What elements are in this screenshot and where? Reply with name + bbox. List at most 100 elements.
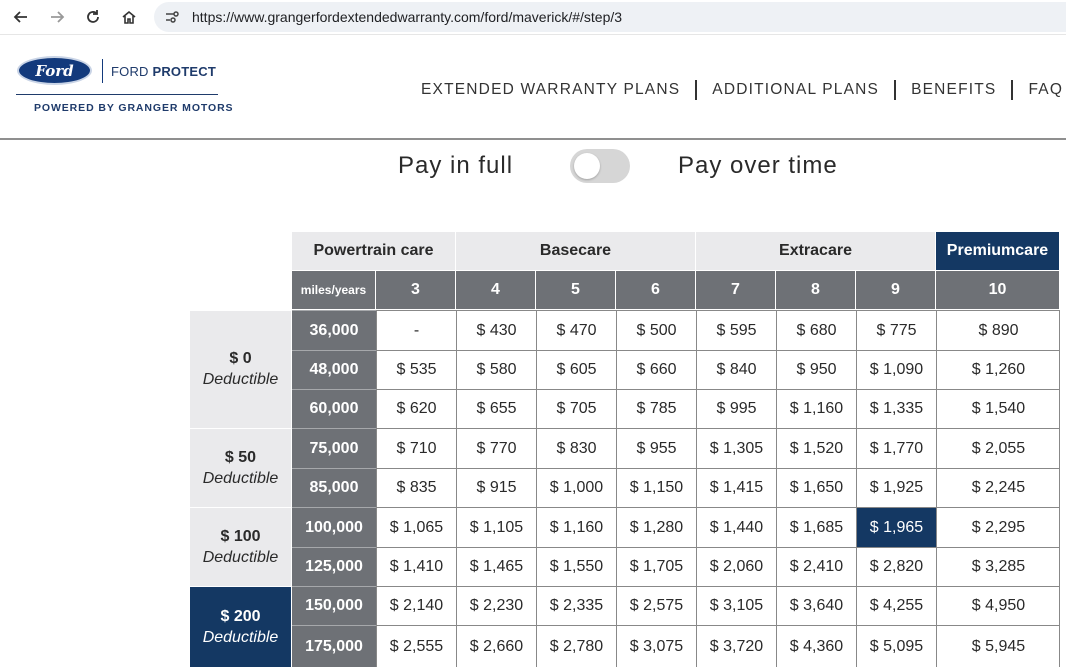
price-cell[interactable]: $ 1,305 (696, 428, 776, 468)
price-cell[interactable]: $ 1,280 (616, 507, 696, 547)
price-cell[interactable]: $ 2,295 (936, 507, 1060, 547)
price-cell[interactable]: $ 1,090 (856, 350, 936, 389)
price-cell[interactable]: $ 830 (536, 428, 616, 468)
payment-toggle-switch[interactable] (570, 149, 630, 183)
price-cell[interactable]: $ 2,055 (936, 428, 1060, 468)
price-cell[interactable]: $ 770 (456, 428, 536, 468)
plan-header-powertrain-care[interactable]: Powertrain care (292, 232, 455, 270)
address-bar[interactable]: https://www.grangerfordextendedwarranty.… (154, 2, 1066, 32)
price-cell[interactable]: $ 1,540 (936, 389, 1060, 428)
price-cell[interactable]: $ 915 (456, 468, 536, 507)
price-cell[interactable]: $ 2,140 (376, 586, 456, 625)
price-cell[interactable]: $ 2,410 (776, 547, 856, 586)
price-cell[interactable]: $ 620 (376, 389, 456, 428)
price-cell[interactable]: $ 1,520 (776, 428, 856, 468)
price-cell[interactable]: $ 3,640 (776, 586, 856, 625)
price-cell[interactable]: $ 2,780 (536, 625, 616, 667)
price-cell[interactable]: $ 1,410 (376, 547, 456, 586)
price-cell[interactable]: $ 1,650 (776, 468, 856, 507)
price-cell[interactable]: $ 2,575 (616, 586, 696, 625)
price-cell[interactable]: $ 1,335 (856, 389, 936, 428)
nav-additional-plans[interactable]: ADDITIONAL PLANS (712, 81, 879, 99)
price-cell[interactable]: $ 1,160 (536, 507, 616, 547)
price-cell[interactable]: $ 595 (696, 310, 776, 350)
price-cell[interactable]: $ 890 (936, 310, 1060, 350)
price-cell[interactable]: $ 605 (536, 350, 616, 389)
price-cell[interactable]: $ 5,945 (936, 625, 1060, 667)
price-cell[interactable]: $ 2,230 (456, 586, 536, 625)
plan-header-premiumcare[interactable]: Premiumcare (936, 232, 1059, 270)
price-cell[interactable]: $ 470 (536, 310, 616, 350)
price-cell[interactable]: $ 1,260 (936, 350, 1060, 389)
year-header-10[interactable]: 10 (936, 271, 1059, 309)
price-cell[interactable]: $ 705 (536, 389, 616, 428)
year-header-3[interactable]: 3 (376, 271, 455, 309)
price-cell[interactable]: $ 2,245 (936, 468, 1060, 507)
price-cell[interactable]: $ 500 (616, 310, 696, 350)
year-header-6[interactable]: 6 (616, 271, 695, 309)
year-header-7[interactable]: 7 (696, 271, 775, 309)
ford-logo[interactable]: Ford (17, 56, 92, 85)
plan-header-extracare[interactable]: Extracare (696, 232, 935, 270)
price-cell[interactable]: $ 535 (376, 350, 456, 389)
deductible-option-100[interactable]: $ 100 Deductible (190, 507, 291, 586)
price-cell[interactable]: $ 840 (696, 350, 776, 389)
year-header-9[interactable]: 9 (856, 271, 935, 309)
price-cell[interactable]: - (376, 310, 456, 350)
price-cell[interactable]: $ 1,465 (456, 547, 536, 586)
price-cell[interactable]: $ 710 (376, 428, 456, 468)
site-settings-icon[interactable] (164, 9, 180, 25)
price-cell[interactable]: $ 660 (616, 350, 696, 389)
price-cell[interactable]: $ 1,685 (776, 507, 856, 547)
price-cell[interactable]: $ 2,335 (536, 586, 616, 625)
price-cell[interactable]: $ 2,060 (696, 547, 776, 586)
deductible-option-50[interactable]: $ 50 Deductible (190, 428, 291, 507)
home-icon[interactable] (118, 6, 140, 28)
price-cell[interactable]: $ 1,550 (536, 547, 616, 586)
pay-over-time-label[interactable]: Pay over time (678, 152, 838, 180)
price-cell[interactable]: $ 1,000 (536, 468, 616, 507)
price-cell[interactable]: $ 3,285 (936, 547, 1060, 586)
price-cell[interactable]: $ 2,820 (856, 547, 936, 586)
price-cell[interactable]: $ 3,105 (696, 586, 776, 625)
nav-extended-warranty-plans[interactable]: EXTENDED WARRANTY PLANS (421, 81, 680, 99)
price-cell[interactable]: $ 1,440 (696, 507, 776, 547)
price-cell[interactable]: $ 1,160 (776, 389, 856, 428)
price-cell[interactable]: $ 2,660 (456, 625, 536, 667)
price-cell[interactable]: $ 1,415 (696, 468, 776, 507)
nav-benefits[interactable]: BENEFITS (911, 81, 996, 99)
price-cell[interactable]: $ 785 (616, 389, 696, 428)
price-cell[interactable]: $ 2,555 (376, 625, 456, 667)
price-cell[interactable]: $ 3,075 (616, 625, 696, 667)
price-cell[interactable]: $ 4,950 (936, 586, 1060, 625)
price-cell[interactable]: $ 430 (456, 310, 536, 350)
forward-arrow-icon[interactable] (46, 6, 68, 28)
nav-faq[interactable]: FAQ (1028, 81, 1063, 99)
plan-header-basecare[interactable]: Basecare (456, 232, 695, 270)
price-cell[interactable]: $ 1,770 (856, 428, 936, 468)
deductible-option-0[interactable]: $ 0 Deductible (190, 310, 291, 428)
year-header-8[interactable]: 8 (776, 271, 855, 309)
price-cell[interactable]: $ 1,965 (856, 507, 936, 547)
price-cell[interactable]: $ 775 (856, 310, 936, 350)
price-cell[interactable]: $ 680 (776, 310, 856, 350)
price-cell[interactable]: $ 995 (696, 389, 776, 428)
price-cell[interactable]: $ 4,255 (856, 586, 936, 625)
price-cell[interactable]: $ 1,925 (856, 468, 936, 507)
price-cell[interactable]: $ 1,105 (456, 507, 536, 547)
pay-in-full-label[interactable]: Pay in full (398, 152, 513, 180)
year-header-5[interactable]: 5 (536, 271, 615, 309)
price-cell[interactable]: $ 1,065 (376, 507, 456, 547)
price-cell[interactable]: $ 4,360 (776, 625, 856, 667)
price-cell[interactable]: $ 955 (616, 428, 696, 468)
price-cell[interactable]: $ 950 (776, 350, 856, 389)
price-cell[interactable]: $ 580 (456, 350, 536, 389)
price-cell[interactable]: $ 1,705 (616, 547, 696, 586)
reload-icon[interactable] (82, 6, 104, 28)
price-cell[interactable]: $ 1,150 (616, 468, 696, 507)
back-arrow-icon[interactable] (10, 6, 32, 28)
year-header-4[interactable]: 4 (456, 271, 535, 309)
price-cell[interactable]: $ 835 (376, 468, 456, 507)
price-cell[interactable]: $ 5,095 (856, 625, 936, 667)
price-cell[interactable]: $ 655 (456, 389, 536, 428)
